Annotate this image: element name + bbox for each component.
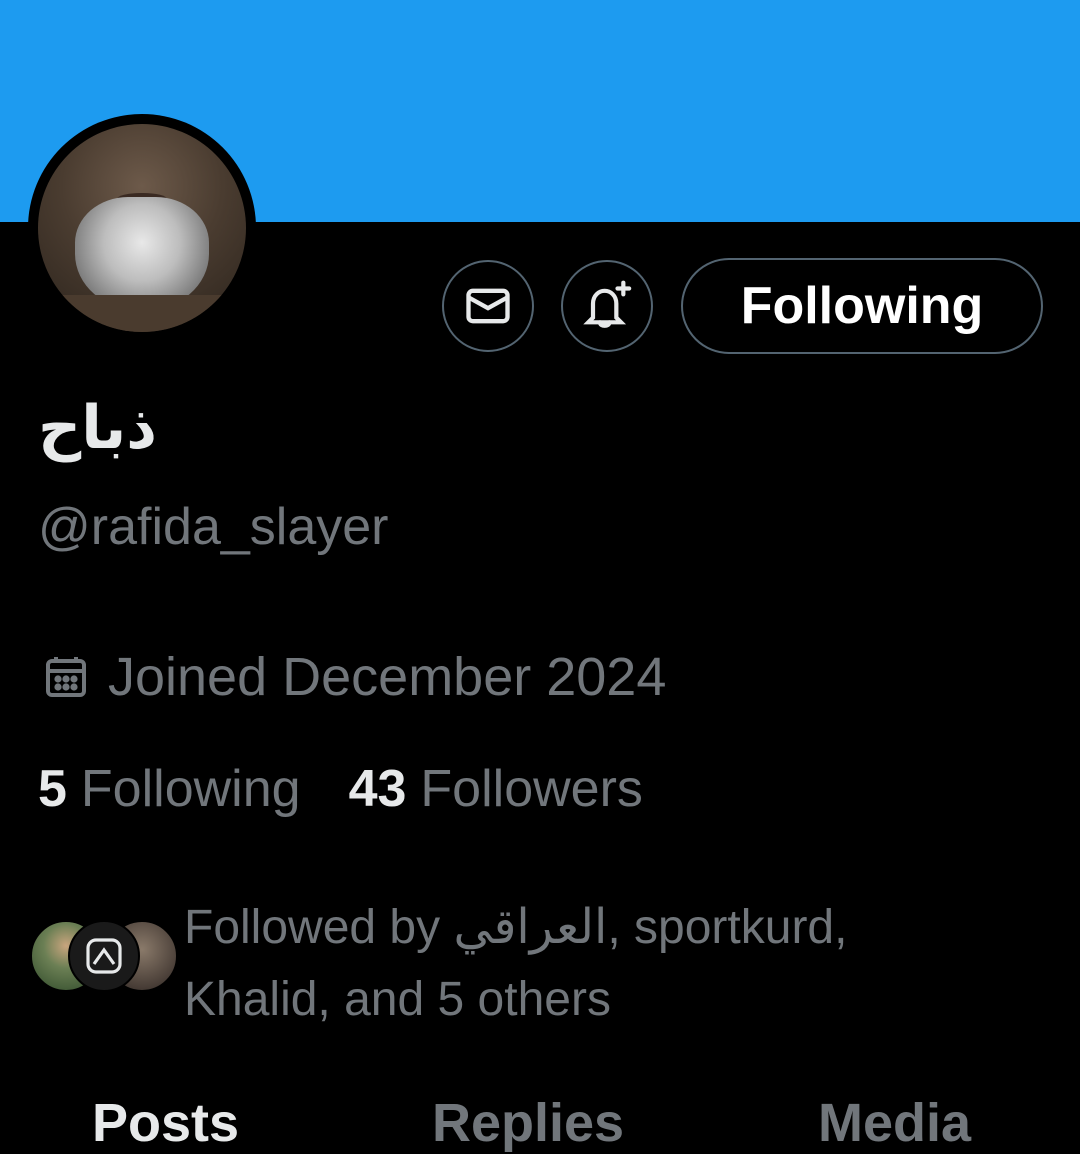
profile-avatar[interactable]	[28, 114, 256, 342]
message-button[interactable]	[442, 260, 534, 352]
followed-by-text[interactable]: Followed by العراقي, sportkurd, Khalid, …	[184, 892, 1044, 1036]
envelope-icon	[466, 288, 510, 324]
calendar-icon	[38, 649, 94, 705]
follower-avatar	[68, 920, 140, 992]
tab-posts[interactable]: Posts	[92, 1092, 239, 1154]
bell-plus-icon	[583, 280, 632, 328]
following-stat[interactable]: 5 Following	[38, 758, 301, 820]
following-button[interactable]: Following	[681, 258, 1043, 354]
notifications-button[interactable]	[561, 260, 653, 352]
following-count: 5	[38, 760, 67, 818]
followed-by-line1: Followed by العراقي, sportkurd,	[184, 901, 848, 954]
profile-stats: 5 Following 43 Followers	[38, 758, 643, 820]
followers-count: 43	[348, 760, 407, 818]
tab-replies[interactable]: Replies	[432, 1092, 624, 1154]
joined-text: Joined December 2024	[108, 647, 667, 707]
followers-stat[interactable]: 43 Followers	[349, 758, 643, 820]
following-label: Following	[80, 760, 301, 818]
tab-media[interactable]: Media	[818, 1092, 971, 1154]
avatar-image	[38, 124, 246, 332]
followed-by-avatars[interactable]	[30, 920, 178, 996]
followers-label: Followers	[420, 760, 643, 818]
profile-tabs: Posts Replies Media	[0, 1092, 1080, 1154]
profile-handle: @rafida_slayer	[38, 498, 389, 556]
joined-date: Joined December 2024	[38, 645, 666, 710]
followed-by-line2: Khalid, and 5 others	[184, 973, 611, 1026]
display-name: ذباح	[38, 393, 158, 463]
